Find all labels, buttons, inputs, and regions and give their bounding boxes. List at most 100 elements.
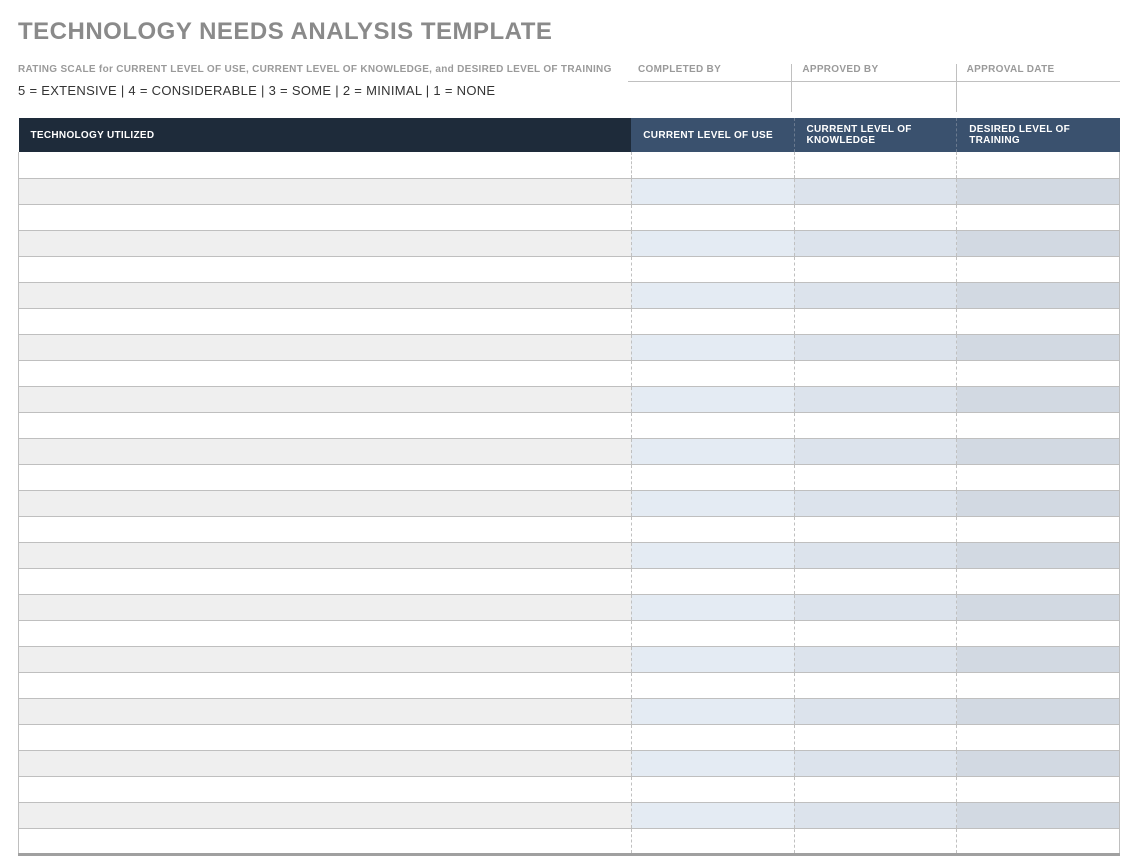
cell-tech[interactable] bbox=[19, 152, 632, 178]
cell-tech[interactable] bbox=[19, 386, 632, 412]
cell-know[interactable] bbox=[794, 516, 957, 542]
cell-train[interactable] bbox=[957, 438, 1120, 464]
cell-tech[interactable] bbox=[19, 516, 632, 542]
cell-tech[interactable] bbox=[19, 178, 632, 204]
cell-use[interactable] bbox=[631, 178, 794, 204]
cell-train[interactable] bbox=[957, 594, 1120, 620]
cell-tech[interactable] bbox=[19, 724, 632, 750]
cell-know[interactable] bbox=[794, 490, 957, 516]
cell-train[interactable] bbox=[957, 828, 1120, 854]
cell-tech[interactable] bbox=[19, 334, 632, 360]
cell-know[interactable] bbox=[794, 386, 957, 412]
cell-tech[interactable] bbox=[19, 230, 632, 256]
cell-use[interactable] bbox=[631, 516, 794, 542]
cell-tech[interactable] bbox=[19, 282, 632, 308]
cell-use[interactable] bbox=[631, 568, 794, 594]
cell-train[interactable] bbox=[957, 646, 1120, 672]
cell-train[interactable] bbox=[957, 204, 1120, 230]
cell-know[interactable] bbox=[794, 542, 957, 568]
cell-know[interactable] bbox=[794, 334, 957, 360]
cell-use[interactable] bbox=[631, 776, 794, 802]
cell-train[interactable] bbox=[957, 464, 1120, 490]
cell-train[interactable] bbox=[957, 776, 1120, 802]
cell-tech[interactable] bbox=[19, 672, 632, 698]
cell-tech[interactable] bbox=[19, 204, 632, 230]
cell-use[interactable] bbox=[631, 620, 794, 646]
cell-tech[interactable] bbox=[19, 594, 632, 620]
cell-tech[interactable] bbox=[19, 750, 632, 776]
cell-know[interactable] bbox=[794, 230, 957, 256]
cell-tech[interactable] bbox=[19, 308, 632, 334]
cell-use[interactable] bbox=[631, 438, 794, 464]
cell-use[interactable] bbox=[631, 542, 794, 568]
cell-tech[interactable] bbox=[19, 256, 632, 282]
cell-train[interactable] bbox=[957, 230, 1120, 256]
cell-use[interactable] bbox=[631, 750, 794, 776]
cell-tech[interactable] bbox=[19, 568, 632, 594]
cell-tech[interactable] bbox=[19, 412, 632, 438]
cell-know[interactable] bbox=[794, 620, 957, 646]
completed-by-input[interactable] bbox=[628, 82, 791, 112]
cell-use[interactable] bbox=[631, 802, 794, 828]
cell-know[interactable] bbox=[794, 360, 957, 386]
cell-use[interactable] bbox=[631, 594, 794, 620]
cell-train[interactable] bbox=[957, 152, 1120, 178]
cell-use[interactable] bbox=[631, 490, 794, 516]
cell-know[interactable] bbox=[794, 308, 957, 334]
cell-train[interactable] bbox=[957, 672, 1120, 698]
cell-tech[interactable] bbox=[19, 464, 632, 490]
cell-know[interactable] bbox=[794, 698, 957, 724]
cell-train[interactable] bbox=[957, 620, 1120, 646]
cell-know[interactable] bbox=[794, 750, 957, 776]
cell-tech[interactable] bbox=[19, 360, 632, 386]
cell-train[interactable] bbox=[957, 542, 1120, 568]
cell-train[interactable] bbox=[957, 490, 1120, 516]
cell-use[interactable] bbox=[631, 724, 794, 750]
cell-know[interactable] bbox=[794, 204, 957, 230]
cell-use[interactable] bbox=[631, 360, 794, 386]
cell-know[interactable] bbox=[794, 646, 957, 672]
cell-train[interactable] bbox=[957, 750, 1120, 776]
cell-use[interactable] bbox=[631, 386, 794, 412]
cell-tech[interactable] bbox=[19, 438, 632, 464]
cell-know[interactable] bbox=[794, 412, 957, 438]
cell-train[interactable] bbox=[957, 386, 1120, 412]
cell-train[interactable] bbox=[957, 360, 1120, 386]
cell-train[interactable] bbox=[957, 334, 1120, 360]
cell-use[interactable] bbox=[631, 464, 794, 490]
cell-train[interactable] bbox=[957, 698, 1120, 724]
approved-by-input[interactable] bbox=[792, 82, 955, 112]
cell-know[interactable] bbox=[794, 464, 957, 490]
cell-use[interactable] bbox=[631, 646, 794, 672]
cell-use[interactable] bbox=[631, 204, 794, 230]
cell-train[interactable] bbox=[957, 282, 1120, 308]
cell-use[interactable] bbox=[631, 308, 794, 334]
cell-know[interactable] bbox=[794, 828, 957, 854]
cell-know[interactable] bbox=[794, 178, 957, 204]
cell-use[interactable] bbox=[631, 828, 794, 854]
approval-date-input[interactable] bbox=[957, 82, 1120, 112]
cell-know[interactable] bbox=[794, 672, 957, 698]
cell-tech[interactable] bbox=[19, 542, 632, 568]
cell-use[interactable] bbox=[631, 256, 794, 282]
cell-train[interactable] bbox=[957, 568, 1120, 594]
cell-train[interactable] bbox=[957, 256, 1120, 282]
cell-know[interactable] bbox=[794, 256, 957, 282]
cell-train[interactable] bbox=[957, 178, 1120, 204]
cell-tech[interactable] bbox=[19, 802, 632, 828]
cell-know[interactable] bbox=[794, 594, 957, 620]
cell-know[interactable] bbox=[794, 568, 957, 594]
cell-train[interactable] bbox=[957, 802, 1120, 828]
cell-know[interactable] bbox=[794, 724, 957, 750]
cell-use[interactable] bbox=[631, 152, 794, 178]
cell-use[interactable] bbox=[631, 282, 794, 308]
cell-train[interactable] bbox=[957, 308, 1120, 334]
cell-know[interactable] bbox=[794, 802, 957, 828]
cell-train[interactable] bbox=[957, 516, 1120, 542]
cell-tech[interactable] bbox=[19, 620, 632, 646]
cell-use[interactable] bbox=[631, 412, 794, 438]
cell-tech[interactable] bbox=[19, 698, 632, 724]
cell-tech[interactable] bbox=[19, 646, 632, 672]
cell-train[interactable] bbox=[957, 724, 1120, 750]
cell-tech[interactable] bbox=[19, 828, 632, 854]
